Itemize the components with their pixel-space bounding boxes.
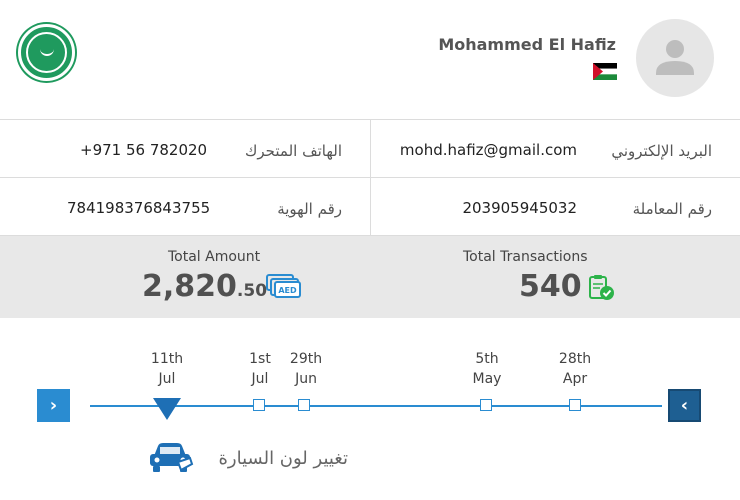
timeline-date-3[interactable]: 29th Jun xyxy=(276,349,336,389)
timeline-tick-4[interactable] xyxy=(480,399,492,411)
mobile-label: الهاتف المتحرك xyxy=(245,142,342,160)
avatar[interactable] xyxy=(636,19,714,97)
timeline-next-button[interactable]: ‹ xyxy=(668,389,701,422)
column-divider xyxy=(370,120,371,236)
total-transactions-label: Total Transactions xyxy=(463,249,588,265)
total-transactions-value: 540 xyxy=(519,269,582,304)
timeline-date-1[interactable]: 11th Jul xyxy=(137,349,197,389)
user-silhouette-icon xyxy=(656,40,694,75)
id-number-value: 784198376843755 xyxy=(67,199,211,217)
user-name: Mohammed El Hafiz xyxy=(438,35,616,54)
id-number-label: رقم الهوية xyxy=(277,200,342,218)
timeline-date-4[interactable]: 5th May xyxy=(457,349,517,389)
profile-header: Mohammed El Hafiz xyxy=(0,0,740,120)
email-label: البريد الإلكتروني xyxy=(611,142,712,160)
timeline-prev-button[interactable]: › xyxy=(37,389,70,422)
smile-logo-icon[interactable] xyxy=(18,24,75,81)
stats-bar: Total Amount 2,820.50 AED Total Transact… xyxy=(0,236,740,318)
timeline-tick-5[interactable] xyxy=(569,399,581,411)
currency-badge: AED xyxy=(278,286,297,295)
timeline-tick-2[interactable] xyxy=(253,399,265,411)
mobile-value: +971 56 782020 xyxy=(80,141,208,159)
timeline-tick-3[interactable] xyxy=(298,399,310,411)
change-car-color-label: تغيير لون السيارة xyxy=(218,448,348,469)
timeline-selected-marker[interactable] xyxy=(153,398,181,420)
money-notes-icon: AED xyxy=(266,274,301,298)
car-paint-icon xyxy=(150,443,194,472)
transaction-number-label: رقم المعاملة xyxy=(632,200,712,218)
palestine-flag-icon xyxy=(593,63,617,80)
total-amount-label: Total Amount xyxy=(168,249,261,265)
transaction-number-value: 203905945032 xyxy=(462,199,577,217)
clipboard-check-icon xyxy=(589,275,614,300)
timeline-date-5[interactable]: 28th Apr xyxy=(545,349,605,389)
email-value: mohd.hafiz@gmail.com xyxy=(399,141,577,159)
change-car-color-action[interactable]: تغيير لون السيارة xyxy=(148,438,348,478)
total-amount-value: 2,820.50 xyxy=(142,269,268,304)
